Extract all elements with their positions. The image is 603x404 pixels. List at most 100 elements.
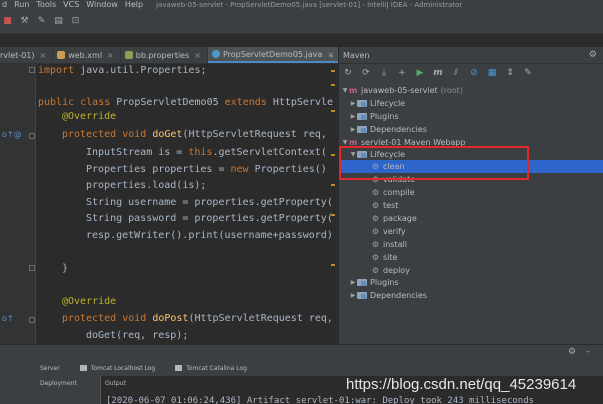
warning-marker[interactable]: [331, 70, 335, 72]
annotation-highlight-box: [339, 146, 529, 180]
code-line: import java.util.Properties;: [38, 65, 207, 76]
tree-node-label: compile: [383, 188, 415, 197]
code-line: protected void doPost(HttpServletRequest…: [62, 313, 333, 324]
tab-label: web.xml: [68, 50, 103, 60]
code-line: String username = properties.getProperty…: [86, 197, 333, 208]
tree-goal-compile[interactable]: ⚙ compile: [371, 186, 415, 199]
menu-item-vcs[interactable]: VCS: [63, 0, 79, 10]
code-line: resp.getWriter().print(username+password…: [86, 230, 333, 241]
tree-node-plugins[interactable]: ▶ Plugins: [349, 110, 399, 123]
warning-marker[interactable]: [331, 214, 335, 216]
collapse-arrow-icon[interactable]: ▶: [349, 123, 357, 136]
gear-icon[interactable]: ⚙: [568, 347, 576, 357]
watermark-text: https://blog.csdn.net/qq_45239614: [346, 376, 577, 393]
stop-icon[interactable]: ■: [2, 16, 13, 27]
code-editor[interactable]: import java.util.Properties; public clas…: [36, 64, 338, 344]
settings-wrench-icon[interactable]: ✎: [523, 68, 533, 78]
close-icon[interactable]: ×: [107, 51, 114, 60]
tab-label: bb.properties: [135, 50, 190, 60]
column-divider[interactable]: [100, 376, 101, 404]
warning-marker[interactable]: [331, 110, 335, 112]
tree-node-module-plugins[interactable]: ▶ Plugins: [349, 276, 399, 289]
close-icon[interactable]: ×: [194, 51, 201, 60]
warning-marker[interactable]: [331, 154, 335, 156]
warning-marker[interactable]: [331, 184, 335, 186]
tree-node-label: Plugins: [370, 278, 399, 287]
override-gutter-icon[interactable]: o↑@: [2, 130, 22, 139]
tree-node-dependencies[interactable]: ▶ Dependencies: [349, 123, 427, 136]
tab-overflow-icon[interactable]: ⌄: [328, 50, 335, 59]
gear-icon[interactable]: ⚙: [589, 50, 597, 60]
maven-project-icon: m: [349, 86, 358, 95]
collapse-arrow-icon[interactable]: ▶: [349, 276, 357, 289]
tab-server[interactable]: Server: [40, 365, 60, 372]
tree-node-label: Plugins: [370, 112, 399, 121]
tree-node-module-dependencies[interactable]: ▶ Dependencies: [349, 289, 427, 302]
tab-tomcat-localhost-log[interactable]: Tomcat Localhost Log: [79, 365, 155, 372]
build-icon[interactable]: ⚒: [19, 16, 30, 27]
warning-marker[interactable]: [331, 264, 335, 266]
fold-icon[interactable]: [29, 317, 35, 323]
fold-icon[interactable]: [29, 265, 35, 271]
skip-tests-icon[interactable]: ⊘: [469, 68, 479, 78]
tab-web-xml[interactable]: web.xml ×: [53, 47, 121, 63]
maven-header: Maven: [339, 47, 603, 64]
override-gutter-icon[interactable]: o↑: [2, 314, 14, 323]
tree-node-label: package: [383, 214, 417, 223]
tree-goal-verify[interactable]: ⚙ verify: [371, 225, 406, 238]
tree-node-label: Dependencies: [370, 291, 427, 300]
properties-file-icon: [124, 51, 133, 59]
tree-goal-site[interactable]: ⚙ site: [371, 251, 398, 264]
tab-label: rvlet-01): [0, 50, 35, 60]
show-dependencies-icon[interactable]: ▦: [487, 68, 497, 78]
download-icon[interactable]: ⤓: [379, 68, 389, 78]
layout-icon[interactable]: ⊡: [70, 16, 81, 27]
code-line: }: [62, 263, 69, 274]
menu-item-d[interactable]: d: [2, 0, 7, 10]
tab-tomcat-catalina-log[interactable]: Tomcat Catalina Log: [175, 365, 247, 372]
fold-icon[interactable]: [29, 67, 35, 73]
tree-node-label: Lifecycle: [370, 99, 406, 108]
warning-marker[interactable]: [331, 84, 335, 86]
tree-node-suffix: (root): [440, 86, 463, 95]
code-line: String password = properties.getProperty…: [86, 213, 333, 224]
tree-goal-test[interactable]: ⚙ test: [371, 199, 398, 212]
tab-label: PropServletDemo05.java: [222, 49, 323, 59]
tab-bb-properties[interactable]: bb.properties ×: [121, 47, 208, 63]
output-header: Output: [105, 380, 126, 387]
code-line: doGet(req, resp);: [86, 330, 189, 341]
collapse-arrow-icon[interactable]: ▶: [349, 97, 357, 110]
tab-propservletdemo05-java[interactable]: PropServletDemo05.java ×: [207, 47, 342, 63]
collapse-arrow-icon[interactable]: ▶: [349, 110, 357, 123]
tree-node-root[interactable]: ▼ m javaweb-05-servlet (root): [341, 84, 463, 97]
expand-arrow-icon[interactable]: ▼: [341, 84, 349, 97]
fold-icon[interactable]: [29, 133, 35, 139]
menu-item-run[interactable]: Run: [14, 0, 29, 10]
menu-item-tools[interactable]: Tools: [36, 0, 56, 10]
editor-error-stripe[interactable]: [331, 64, 335, 344]
reload-icon[interactable]: ↻: [343, 68, 353, 78]
execute-goal-icon[interactable]: m: [433, 68, 443, 78]
tab-servlet-01[interactable]: rvlet-01) ×: [0, 47, 54, 63]
run-icon[interactable]: ▶: [415, 68, 425, 78]
editor-tab-bar: rvlet-01) × web.xml × bb.properties × Pr…: [0, 47, 342, 64]
generate-sources-icon[interactable]: ⟳: [361, 68, 371, 78]
tree-goal-install[interactable]: ⚙ install: [371, 238, 407, 251]
log-icon: [79, 365, 87, 371]
tree-node-lifecycle[interactable]: ▶ Lifecycle: [349, 97, 405, 110]
collapse-all-icon[interactable]: ⇕: [505, 68, 515, 78]
close-icon[interactable]: ×: [40, 51, 47, 60]
code-line: @Override: [62, 111, 117, 122]
code-line: protected void doGet(HttpServletRequest …: [62, 129, 327, 140]
project-structure-icon[interactable]: ▤: [53, 16, 64, 27]
wrench-icon[interactable]: ✎: [36, 16, 47, 27]
menu-item-window[interactable]: Window: [86, 0, 118, 10]
folder-icon: [357, 279, 367, 286]
minimize-icon[interactable]: –: [586, 347, 591, 357]
menu-item-help[interactable]: Help: [125, 0, 143, 10]
collapse-arrow-icon[interactable]: ▶: [349, 289, 357, 302]
toggle-offline-icon[interactable]: ⫽: [451, 68, 461, 78]
tree-goal-package[interactable]: ⚙ package: [371, 212, 417, 225]
folder-icon: [357, 100, 367, 107]
add-icon[interactable]: +: [397, 68, 407, 78]
